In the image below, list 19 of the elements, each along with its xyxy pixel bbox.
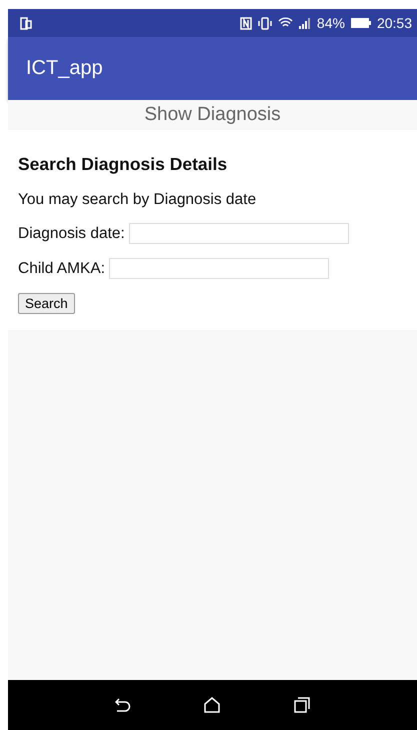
clock: 20:53 [376,15,412,31]
battery-percent: 84% [316,15,345,31]
signal-icon [298,17,311,29]
app-title: ICT_app [26,57,103,80]
battery-icon [350,18,371,28]
back-icon[interactable] [114,698,131,712]
vibrate-icon [258,16,272,30]
form-hint: You may search by Diagnosis date [18,191,258,209]
search-button[interactable]: Search [18,293,75,314]
field-label: Diagnosis date: [18,224,125,242]
input-field[interactable] [128,223,349,244]
field-label: Child AMKA: [18,260,106,278]
recents-icon[interactable] [294,697,310,713]
input-field[interactable] [109,258,330,279]
page-title: Show Diagnosis [144,104,281,126]
phone-sync-icon [20,16,32,30]
form-heading: Search Diagnosis Details [18,154,228,175]
home-icon[interactable] [204,697,220,713]
nfc-icon [240,16,252,30]
